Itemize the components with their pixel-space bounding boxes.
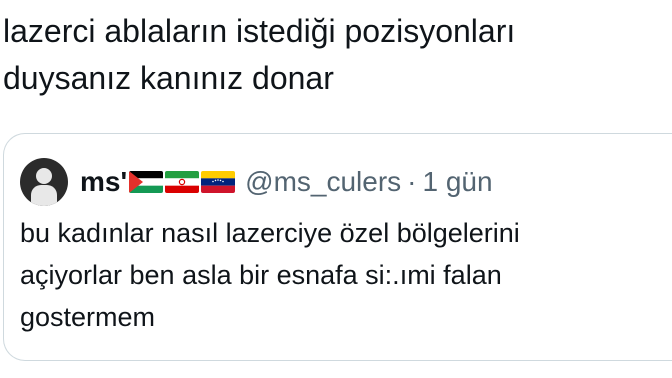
iran-flag-icon bbox=[165, 171, 200, 193]
quoted-tweet-card[interactable]: ms' @ms_culers · 1 gün bu kadınlar nasıl… bbox=[3, 133, 672, 361]
avatar[interactable] bbox=[20, 158, 68, 206]
quoted-tweet-text: bu kadınlar nasıl lazerciye özel bölgele… bbox=[20, 218, 520, 332]
tweet-text: lazerci ablaların istediği pozisyonları … bbox=[3, 13, 516, 96]
separator-dot: · bbox=[407, 166, 417, 197]
palestine-flag-icon bbox=[129, 171, 164, 193]
venezuela-flag-icon bbox=[201, 171, 236, 193]
user-handle[interactable]: @ms_culers bbox=[245, 166, 401, 198]
timestamp[interactable]: 1 gün bbox=[422, 166, 492, 198]
display-name[interactable]: ms' bbox=[80, 166, 127, 198]
quoted-tweet-header: ms' @ms_culers · 1 gün bbox=[20, 158, 493, 206]
